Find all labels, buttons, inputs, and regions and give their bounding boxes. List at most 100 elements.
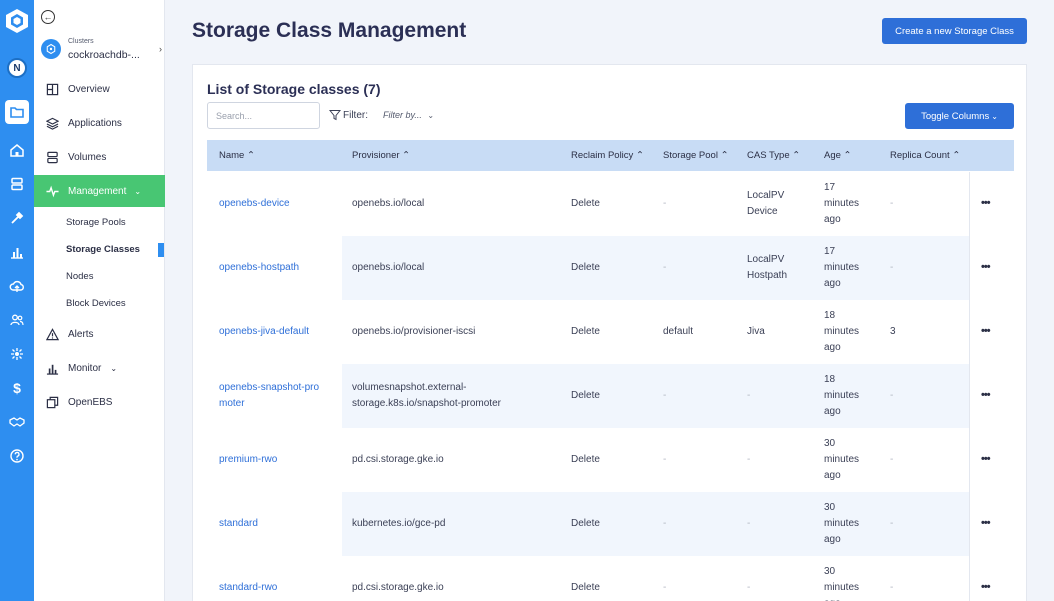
table-row[interactable]: premium-rwo pd.csi.storage.gke.io Delete… xyxy=(207,428,1014,492)
column-header-name[interactable]: Name ⌃ xyxy=(219,150,255,161)
reclaim-policy-cell: Delete xyxy=(571,262,600,273)
home-icon[interactable] xyxy=(5,138,29,162)
reclaim-policy-cell: Delete xyxy=(571,198,600,209)
folder-icon[interactable] xyxy=(5,100,29,124)
more-options-icon[interactable]: ••• xyxy=(981,197,991,209)
nav-item-monitor[interactable]: Monitor ⌄ xyxy=(34,355,165,381)
column-header-cas-type[interactable]: CAS Type ⌃ xyxy=(747,150,800,161)
storage-class-name-link[interactable]: openebs-jiva-default xyxy=(219,324,309,340)
table-row[interactable]: standard kubernetes.io/gce-pd Delete - -… xyxy=(207,492,1014,556)
table-header: Name ⌃ Provisioner ⌃ Reclaim Policy ⌃ St… xyxy=(207,140,1014,171)
name-line: openebs-snapshot-pro xyxy=(219,382,320,393)
row-divider xyxy=(969,428,970,492)
age-line: minutes xyxy=(824,518,860,529)
more-options-icon[interactable]: ••• xyxy=(981,453,991,465)
cluster-icon[interactable] xyxy=(5,342,29,366)
warning-icon xyxy=(45,327,59,341)
search-input[interactable]: Search... xyxy=(207,102,320,129)
cas-type-line: Hostpath xyxy=(747,270,788,281)
nav-item-alerts[interactable]: Alerts xyxy=(34,321,165,347)
tools-icon[interactable] xyxy=(5,206,29,230)
storage-icon xyxy=(45,150,59,164)
storage-icon[interactable] xyxy=(5,172,29,196)
age-line: 17 xyxy=(824,246,836,257)
storage-class-name-link[interactable]: openebs-snapshot-pro moter xyxy=(219,380,319,412)
column-label: CAS Type xyxy=(747,150,790,161)
users-icon[interactable] xyxy=(5,308,29,332)
help-icon[interactable] xyxy=(5,444,29,468)
age-line: 30 xyxy=(824,438,836,449)
sort-icon: ⌃ xyxy=(246,150,255,161)
handshake-icon[interactable] xyxy=(5,410,29,434)
storage-class-name-link[interactable]: openebs-hostpath xyxy=(219,260,299,276)
more-options-icon[interactable]: ••• xyxy=(981,517,991,529)
filter-label: Filter: xyxy=(329,109,368,121)
row-highlight xyxy=(342,236,969,300)
toggle-columns-button[interactable]: Toggle Columns ⌄ xyxy=(905,103,1014,129)
more-options-icon[interactable]: ••• xyxy=(981,261,991,273)
column-header-reclaim-policy[interactable]: Reclaim Policy ⌃ xyxy=(571,150,644,161)
column-header-provisioner[interactable]: Provisioner ⌃ xyxy=(352,150,410,161)
table-row[interactable]: openebs-snapshot-pro moter volumesnapshot… xyxy=(207,364,1014,428)
column-header-storage-pool[interactable]: Storage Pool ⌃ xyxy=(663,150,729,161)
dollar-icon[interactable]: $ xyxy=(5,376,29,400)
cas-type-line: LocalPV xyxy=(747,254,785,265)
table-row[interactable]: openebs-jiva-default openebs.io/provisio… xyxy=(207,300,1014,364)
reclaim-policy-cell: Delete xyxy=(571,582,600,593)
storage-pool-cell: - xyxy=(663,198,667,209)
nav-item-openebs[interactable]: OpenEBS xyxy=(34,389,165,415)
sub-item-storage-pools[interactable]: Storage Pools xyxy=(66,217,126,228)
column-label: Replica Count xyxy=(890,150,950,161)
storage-pool-cell: - xyxy=(663,454,667,465)
provisioner-cell: openebs.io/local xyxy=(352,262,425,273)
user-avatar-badge[interactable]: N xyxy=(7,58,27,78)
filter-dropdown[interactable]: Filter by... ⌄ xyxy=(383,110,434,120)
nav-item-overview[interactable]: Overview xyxy=(34,76,165,102)
cas-type-cell: LocalPV Device xyxy=(747,188,784,220)
age-line: minutes xyxy=(824,198,860,209)
storage-class-name-link[interactable]: standard-rwo xyxy=(219,580,277,596)
filter-text: Filter: xyxy=(343,109,368,121)
storage-class-name-link[interactable]: openebs-device xyxy=(219,196,290,212)
cube-logo-icon[interactable] xyxy=(5,8,29,34)
sub-item-block-devices[interactable]: Block Devices xyxy=(66,298,126,309)
cluster-switcher[interactable]: Clusters cockroachdb-... › xyxy=(41,36,163,66)
more-options-icon[interactable]: ••• xyxy=(981,325,991,337)
row-divider xyxy=(969,492,970,556)
column-label: Reclaim Policy xyxy=(571,150,634,161)
reclaim-policy-cell: Delete xyxy=(571,390,600,401)
row-divider xyxy=(969,172,970,236)
storage-class-name-link[interactable]: premium-rwo xyxy=(219,452,277,468)
age-line: 18 xyxy=(824,374,836,385)
age-cell: 30 minutes ago xyxy=(824,500,859,548)
more-options-icon[interactable]: ••• xyxy=(981,389,991,401)
back-arrow-icon[interactable]: ← xyxy=(41,10,55,24)
more-options-icon[interactable]: ••• xyxy=(981,581,991,593)
nav-item-applications[interactable]: Applications xyxy=(34,110,165,136)
cloud-icon[interactable] xyxy=(5,274,29,298)
column-header-age[interactable]: Age ⌃ xyxy=(824,150,852,161)
table-row[interactable]: standard-rwo pd.csi.storage.gke.io Delet… xyxy=(207,556,1014,601)
dashboard-icon xyxy=(45,82,59,96)
cas-type-cell: - xyxy=(747,582,751,593)
storage-class-name-link[interactable]: standard xyxy=(219,516,258,532)
sort-icon: ⌃ xyxy=(792,150,801,161)
nav-label: OpenEBS xyxy=(68,396,113,408)
sub-item-storage-classes[interactable]: Storage Classes xyxy=(66,244,140,255)
age-line: ago xyxy=(824,214,841,225)
age-cell: 30 minutes ago xyxy=(824,436,859,484)
storage-pool-cell: - xyxy=(663,390,667,401)
nav-label: Volumes xyxy=(68,151,107,163)
nav-item-volumes[interactable]: Volumes xyxy=(34,144,165,170)
nav-item-management[interactable]: Management ⌄ xyxy=(34,175,165,207)
table-row[interactable]: openebs-device openebs.io/local Delete -… xyxy=(207,172,1014,236)
replica-count-cell: - xyxy=(890,454,894,465)
column-header-replica-count[interactable]: Replica Count ⌃ xyxy=(890,150,960,161)
provisioner-cell: kubernetes.io/gce-pd xyxy=(352,518,446,529)
bar-chart-icon[interactable] xyxy=(5,240,29,264)
sub-item-nodes[interactable]: Nodes xyxy=(66,271,93,282)
name-line: moter xyxy=(219,398,245,409)
create-storage-class-button[interactable]: Create a new Storage Class xyxy=(882,18,1027,44)
table-row[interactable]: openebs-hostpath openebs.io/local Delete… xyxy=(207,236,1014,300)
cas-type-cell: - xyxy=(747,390,751,401)
